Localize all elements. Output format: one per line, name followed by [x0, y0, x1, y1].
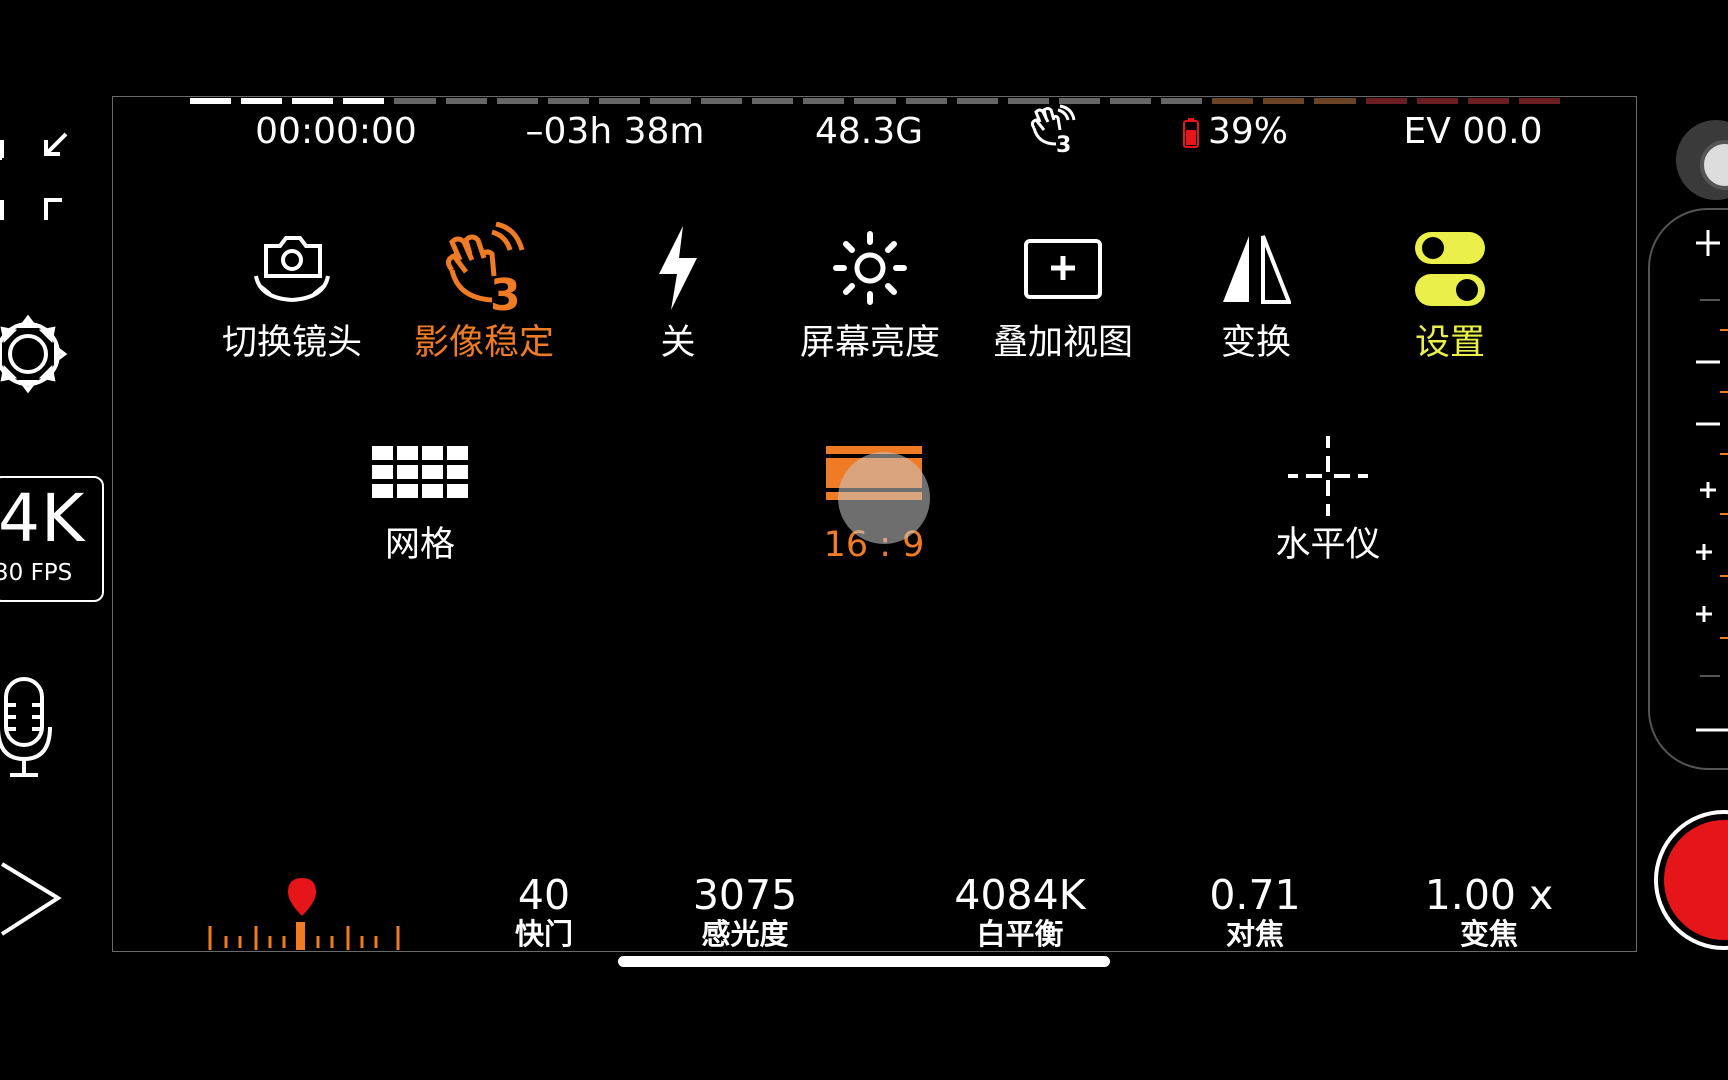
level-button[interactable]: 水平仪 — [1248, 430, 1408, 570]
zoom-in-icon — [1696, 230, 1720, 256]
gear-icon[interactable] — [0, 306, 72, 402]
exposure-marker-icon — [288, 878, 316, 916]
brightness-icon — [833, 231, 907, 305]
timecode: 00:00:00 — [255, 111, 417, 152]
battery-icon — [1183, 118, 1199, 148]
flash-label: 关 — [660, 323, 696, 363]
iso-label: 感光度 — [701, 917, 789, 951]
audio-level-meter — [190, 98, 1560, 106]
remaining-time: –03h 38m — [525, 111, 705, 152]
flip-transform-button[interactable]: 变换 — [1176, 222, 1336, 372]
flip-icon — [1223, 235, 1291, 304]
svg-text:3: 3 — [1056, 133, 1071, 154]
microphone-icon[interactable] — [0, 675, 56, 777]
white-balance-readout[interactable]: 4084K 白平衡 — [935, 872, 1105, 950]
white-balance-label: 白平衡 — [976, 917, 1064, 951]
storage-remaining: 48.3G — [814, 111, 924, 152]
grid-icon — [372, 446, 468, 498]
white-balance-value: 4084K — [954, 871, 1086, 919]
flip-transform-label: 变换 — [1220, 323, 1291, 363]
play-icon[interactable] — [0, 860, 62, 938]
stabilization-label: 影像稳定 — [413, 323, 554, 363]
shutter-value: 40 — [517, 871, 571, 919]
stabilization-button[interactable]: 3 影像稳定 — [404, 222, 564, 372]
shutter-readout[interactable]: 40 快门 — [484, 872, 604, 950]
exposure-meter[interactable] — [206, 876, 402, 952]
stabilization-icon: 3 — [446, 222, 525, 314]
overlay-icon — [1024, 239, 1102, 299]
zoom-value: 1.00 x — [1424, 871, 1554, 919]
zoom-scale — [1696, 230, 1728, 732]
flash-button[interactable]: 关 — [598, 222, 758, 372]
zoom-label: 变焦 — [1459, 917, 1518, 951]
battery-level: 39% — [1208, 111, 1289, 152]
fps-label: 30 FPS — [0, 560, 73, 586]
focus-label: 对焦 — [1225, 917, 1284, 951]
touch-indicator — [838, 452, 930, 544]
svg-text:3: 3 — [490, 270, 521, 314]
ev-readout[interactable]: EV 00.0 — [1398, 110, 1548, 154]
settings-button[interactable]: 设置 — [1370, 222, 1530, 372]
overlay-view-label: 叠加视图 — [992, 323, 1133, 363]
switch-camera-label: 切换镜头 — [221, 323, 362, 363]
iso-readout[interactable]: 3075 感光度 — [670, 872, 820, 950]
resolution-fps-button[interactable]: 4K 30 FPS — [0, 476, 104, 602]
screen-brightness-button[interactable]: 屏幕亮度 — [790, 222, 950, 372]
hand-stabilization-3-icon: 3 — [1030, 104, 1076, 154]
settings-label: 设置 — [1414, 323, 1485, 363]
grid-label: 网格 — [384, 525, 455, 565]
resolution-label: 4K — [0, 480, 86, 557]
grid-button[interactable]: 网格 — [340, 440, 500, 570]
switch-camera-button[interactable]: 切换镜头 — [212, 222, 372, 372]
shutter-label: 快门 — [514, 917, 573, 951]
fullscreen-exit-icon[interactable] — [0, 128, 72, 228]
overlay-view-button[interactable]: 叠加视图 — [983, 222, 1143, 372]
level-label: 水平仪 — [1275, 525, 1381, 565]
level-crosshair-icon — [1288, 436, 1368, 516]
focus-readout[interactable]: 0.71 对焦 — [1190, 872, 1320, 950]
switch-camera-icon — [254, 236, 330, 302]
settings-toggles-icon — [1415, 232, 1485, 306]
screen-brightness-label: 屏幕亮度 — [799, 323, 940, 363]
focus-value: 0.71 — [1209, 871, 1301, 919]
iso-value: 3075 — [692, 871, 798, 919]
home-indicator — [618, 956, 1110, 967]
zoom-readout[interactable]: 1.00 x 变焦 — [1414, 872, 1564, 950]
flash-icon — [659, 226, 697, 310]
